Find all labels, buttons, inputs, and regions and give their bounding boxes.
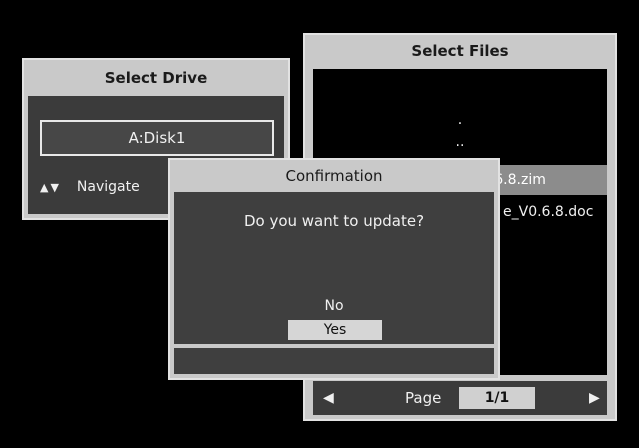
page-footer: ◀ Page 1/1 ▶	[313, 381, 607, 415]
page-label: Page	[405, 389, 442, 407]
confirmation-footer	[174, 348, 494, 374]
select-files-title: Select Files	[411, 42, 509, 60]
confirmation-dialog: Confirmation Do you want to update? No Y…	[168, 158, 500, 380]
drive-item-a-disk1[interactable]: A:Disk1	[40, 120, 274, 156]
confirmation-title: Confirmation	[285, 167, 383, 185]
page-indicator: 1/1	[459, 387, 535, 409]
option-yes[interactable]: Yes	[288, 320, 382, 340]
select-drive-title: Select Drive	[104, 69, 208, 87]
next-page-icon[interactable]: ▶	[589, 381, 600, 415]
tv-screen: Select Drive A:Disk1 ▲▼ Navigate Select F…	[0, 0, 639, 448]
confirmation-question: Do you want to update?	[243, 212, 425, 230]
prev-page-icon[interactable]: ◀	[323, 381, 334, 415]
file-entry-parent-dir[interactable]: ..	[313, 127, 607, 157]
navigate-label: Navigate	[76, 179, 140, 195]
confirmation-body: Do you want to update? No Yes	[174, 192, 494, 344]
up-down-arrows-icon: ▲▼	[40, 181, 61, 194]
option-no[interactable]: No	[174, 298, 494, 314]
navigate-hint: ▲▼ Navigate	[40, 174, 140, 200]
